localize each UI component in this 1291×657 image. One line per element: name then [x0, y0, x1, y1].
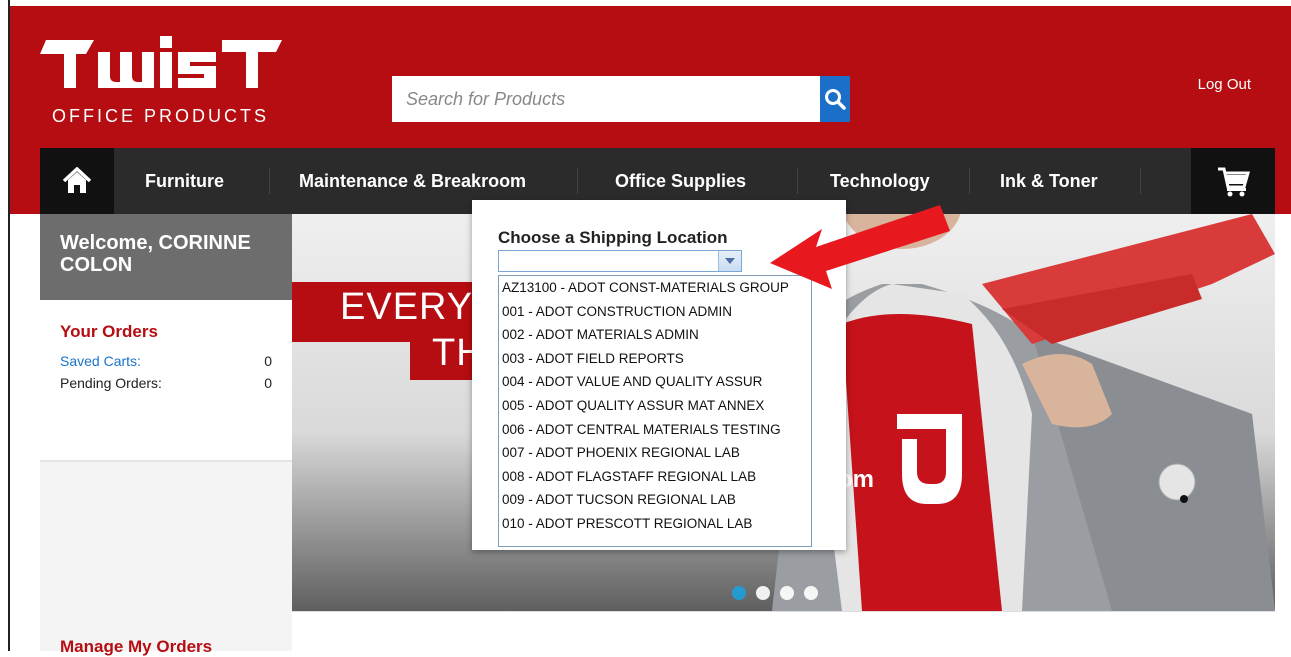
shipping-location-combobox[interactable]: [498, 250, 742, 272]
carousel-dots: [732, 586, 818, 600]
nav-separator: [969, 168, 970, 194]
nav-furniture[interactable]: Furniture: [145, 148, 224, 214]
nav-separator: [797, 168, 798, 194]
combobox-dropdown-button[interactable]: [718, 251, 741, 271]
shipping-option[interactable]: 002 - ADOT MATERIALS ADMIN: [499, 323, 811, 347]
shipping-option[interactable]: 006 - ADOT CENTRAL MATERIALS TESTING: [499, 418, 811, 442]
carousel-dot-1[interactable]: [732, 586, 746, 600]
nav-home-button[interactable]: [40, 148, 114, 214]
sidebar-lower-panel: [40, 460, 292, 651]
saved-carts-count: 0: [264, 353, 272, 369]
nav-separator: [269, 168, 270, 194]
search-button[interactable]: [820, 76, 850, 122]
annotation-arrow-icon: [770, 205, 950, 289]
carousel-dot-3[interactable]: [780, 586, 794, 600]
logout-link[interactable]: Log Out: [1198, 76, 1251, 93]
shipping-option[interactable]: 003 - ADOT FIELD REPORTS: [499, 347, 811, 371]
search-bar: [392, 76, 850, 122]
shipping-option[interactable]: 009 - ADOT TUCSON REGIONAL LAB: [499, 488, 811, 512]
saved-carts-row: Saved Carts: 0: [60, 350, 272, 372]
shipping-option[interactable]: 001 - ADOT CONSTRUCTION ADMIN: [499, 300, 811, 324]
search-input[interactable]: [392, 76, 820, 122]
shipping-location-options: AZ13100 - ADOT CONST-MATERIALS GROUP 001…: [498, 275, 812, 547]
wist-logo-mark: [40, 36, 282, 88]
content-divider: [292, 611, 1275, 612]
shipping-option[interactable]: 010 - ADOT PRESCOTT REGIONAL LAB: [499, 512, 811, 536]
pending-orders-count: 0: [264, 375, 272, 391]
cart-button[interactable]: [1191, 148, 1275, 214]
nav-ink-toner[interactable]: Ink & Toner: [1000, 148, 1098, 214]
carousel-dot-4[interactable]: [804, 586, 818, 600]
your-orders-panel: Your Orders Saved Carts: 0 Pending Order…: [40, 300, 292, 460]
pending-orders-label: Pending Orders:: [60, 375, 162, 391]
chevron-down-icon: [725, 258, 735, 264]
your-orders-title: Your Orders: [60, 322, 158, 341]
shipping-option[interactable]: 008 - ADOT FLAGSTAFF REGIONAL LAB: [499, 465, 811, 489]
carousel-dot-2[interactable]: [756, 586, 770, 600]
saved-carts-link[interactable]: Saved Carts:: [60, 350, 141, 372]
shipping-location-title: Choose a Shipping Location: [498, 228, 728, 247]
welcome-panel: Welcome, CORINNE COLON: [40, 214, 292, 300]
nav-separator: [577, 168, 578, 194]
pending-orders-row: Pending Orders: 0: [60, 372, 272, 394]
cart-icon: [1218, 167, 1250, 197]
manage-my-orders-heading[interactable]: Manage My Orders: [60, 637, 212, 657]
search-icon: [825, 89, 846, 110]
shipping-option[interactable]: AZ13100 - ADOT CONST-MATERIALS GROUP: [499, 276, 811, 300]
logo-subtitle: OFFICE PRODUCTS: [52, 106, 270, 126]
home-icon: [62, 167, 92, 193]
nav-separator: [1140, 168, 1141, 194]
shipping-option[interactable]: 007 - ADOT PHOENIX REGIONAL LAB: [499, 441, 811, 465]
shipping-option[interactable]: 004 - ADOT VALUE AND QUALITY ASSUR: [499, 370, 811, 394]
shipping-option[interactable]: 005 - ADOT QUALITY ASSUR MAT ANNEX: [499, 394, 811, 418]
